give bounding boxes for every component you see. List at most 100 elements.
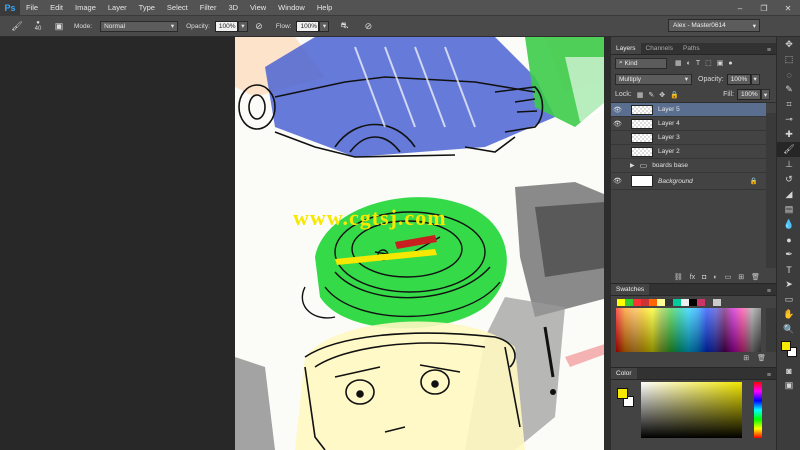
add-mask-icon[interactable]: ◘ [702, 274, 706, 281]
stamp-tool-icon[interactable]: ⊥ [777, 157, 800, 172]
tab-channels[interactable]: Channels [641, 43, 678, 54]
foreground-color-swatch[interactable] [617, 388, 628, 399]
tab-paths[interactable]: Paths [678, 43, 705, 54]
pressure-opacity-icon[interactable]: ⊘ [252, 19, 266, 33]
color-field[interactable] [641, 382, 742, 438]
swatch[interactable] [617, 299, 625, 306]
menu-help[interactable]: Help [311, 3, 338, 12]
type-tool-icon[interactable]: T [777, 262, 800, 277]
gradient-tool-icon[interactable]: ▤ [777, 202, 800, 217]
menu-3d[interactable]: 3D [222, 3, 244, 12]
new-group-icon[interactable]: ▭ [725, 273, 732, 281]
menu-window[interactable]: Window [272, 3, 311, 12]
expand-arrow-icon[interactable]: ▶ [630, 162, 635, 169]
lock-pixels-icon[interactable]: ✎ [648, 91, 654, 99]
swatch[interactable] [633, 299, 641, 306]
flow-slider-toggle[interactable]: ▾ [319, 20, 330, 32]
menu-file[interactable]: File [20, 3, 44, 12]
layer-row-background[interactable]: 👁 Background 🔒 [611, 173, 766, 190]
panel-menu-icon[interactable]: ≡ [767, 288, 771, 295]
brush-preset-picker-icon[interactable]: ● 40 [28, 19, 48, 33]
screen-mode-icon[interactable]: ▣ [777, 378, 800, 393]
tab-layers[interactable]: Layers [611, 43, 641, 54]
quick-mask-icon[interactable]: ◙ [777, 363, 800, 378]
lock-position-icon[interactable]: ✥ [659, 91, 665, 99]
document-canvas[interactable]: www.cgtsj.com [235, 37, 611, 450]
trash-icon[interactable]: 🗑 [751, 273, 760, 281]
flow-field[interactable]: 100% [296, 20, 320, 32]
close-icon[interactable]: ✕ [776, 0, 800, 16]
panel-menu-icon[interactable]: ≡ [767, 47, 771, 54]
swatch[interactable] [689, 299, 697, 306]
swatches-scrollbar[interactable] [766, 308, 776, 352]
opacity-slider-toggle[interactable]: ▾ [237, 20, 248, 32]
eraser-tool-icon[interactable]: ◢ [777, 187, 800, 202]
menu-type[interactable]: Type [133, 3, 161, 12]
pressure-size-icon[interactable]: ⊘ [361, 19, 375, 33]
fill-toggle[interactable]: ▾ [761, 89, 770, 100]
swatch-grid[interactable] [616, 308, 761, 352]
hue-slider[interactable] [754, 382, 762, 438]
layer-row-layer-4[interactable]: 👁 Layer 4 [611, 117, 766, 131]
swatch[interactable] [625, 299, 633, 306]
swatch[interactable] [665, 299, 673, 306]
brush-tool-icon[interactable]: 🖌 [10, 19, 24, 33]
swatch[interactable] [705, 299, 713, 306]
lock-all-icon[interactable]: 🔒 [670, 91, 679, 99]
menu-select[interactable]: Select [161, 3, 194, 12]
tab-color[interactable]: Color [611, 368, 637, 379]
filter-shape-icon[interactable]: ⬚ [705, 59, 712, 67]
layer-row-boards-base[interactable]: ▶ ▭ boards base [611, 159, 766, 173]
layer-opacity-field[interactable]: 100% [726, 73, 751, 85]
eye-icon[interactable]: 👁 [611, 177, 624, 185]
filter-pixel-icon[interactable]: ▦ [675, 59, 682, 67]
airbrush-icon[interactable]: ⛐ [337, 19, 351, 33]
marquee-tool-icon[interactable]: ⬚ [777, 52, 800, 67]
zoom-tool-icon[interactable]: 🔍 [777, 322, 800, 337]
mode-dropdown[interactable]: Normal ▾ [100, 20, 179, 32]
swatch[interactable] [641, 299, 649, 306]
minimize-icon[interactable]: – [728, 0, 752, 16]
layer-row-layer-2[interactable]: Layer 2 [611, 145, 766, 159]
new-swatch-icon[interactable]: ⊞ [743, 354, 749, 362]
canvas-scrollbar[interactable] [604, 37, 611, 450]
pen-tool-icon[interactable]: ✒ [777, 247, 800, 262]
eye-icon[interactable]: 👁 [611, 120, 624, 128]
toolbar-foreground-color[interactable] [781, 341, 791, 351]
layer-opacity-toggle[interactable]: ▾ [750, 73, 760, 85]
restore-icon[interactable]: ❐ [752, 0, 776, 16]
lasso-tool-icon[interactable]: ◌ [777, 67, 800, 82]
filter-adjustment-icon[interactable]: ◐ [687, 60, 691, 67]
brush-panel-icon[interactable]: ▣ [52, 19, 66, 33]
swatch[interactable] [657, 299, 665, 306]
fx-icon[interactable]: fx [690, 274, 695, 281]
quick-select-tool-icon[interactable]: ✎ [777, 82, 800, 97]
move-tool-icon[interactable]: ✥ [777, 37, 800, 52]
trash-icon[interactable]: 🗑 [757, 354, 766, 362]
eyedropper-tool-icon[interactable]: ⊸ [777, 112, 800, 127]
opacity-field[interactable]: 100% [214, 20, 238, 32]
brush-tool-icon[interactable]: 🖌 [777, 142, 800, 157]
swatch[interactable] [649, 299, 657, 306]
dodge-tool-icon[interactable]: ● [777, 232, 800, 247]
layer-row-layer-5[interactable]: 👁 Layer 5 [611, 103, 766, 117]
filter-toggle-icon[interactable]: ● [728, 60, 732, 67]
layer-row-layer-3[interactable]: Layer 3 [611, 131, 766, 145]
filter-type-icon[interactable]: T [696, 60, 700, 67]
crop-tool-icon[interactable]: ⌗ [777, 97, 800, 112]
path-select-tool-icon[interactable]: ➤ [777, 277, 800, 292]
swatch[interactable] [697, 299, 705, 306]
menu-view[interactable]: View [244, 3, 272, 12]
tab-swatches[interactable]: Swatches [611, 284, 650, 295]
adjustment-layer-icon[interactable]: ◐ [713, 274, 717, 281]
layers-scrollbar[interactable] [766, 113, 776, 268]
kind-filter-dropdown[interactable]: ⌕ Kind [615, 57, 667, 69]
filter-smart-icon[interactable]: ▣ [717, 59, 724, 67]
new-layer-icon[interactable]: ⊞ [738, 273, 744, 281]
menu-edit[interactable]: Edit [44, 3, 69, 12]
workspace-switcher[interactable]: Alex - Master0614 ▾ [668, 19, 760, 32]
menu-layer[interactable]: Layer [102, 3, 133, 12]
hand-tool-icon[interactable]: ✋ [777, 307, 800, 322]
blur-tool-icon[interactable]: 💧 [777, 217, 800, 232]
healing-tool-icon[interactable]: ✚ [777, 127, 800, 142]
